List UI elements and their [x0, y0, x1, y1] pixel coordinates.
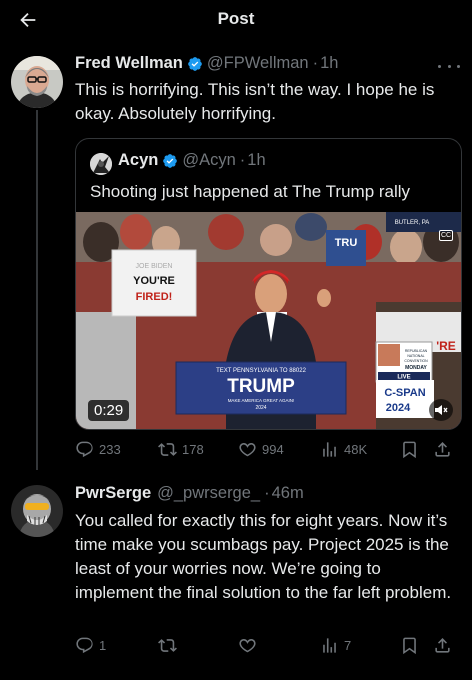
- svg-text:MONDAY: MONDAY: [405, 365, 427, 371]
- verified-badge-icon: [188, 56, 202, 71]
- quote-avatar: [90, 153, 112, 175]
- quote-header: Acyn @Acyn · 1h: [118, 151, 266, 170]
- share-icon: [435, 638, 450, 653]
- live-label: LIVE: [397, 375, 410, 381]
- views-button[interactable]: 7: [320, 636, 351, 655]
- repost-button[interactable]: [158, 636, 177, 655]
- svg-text:REPUBLICAN: REPUBLICAN: [405, 349, 428, 353]
- reply-icon: [76, 441, 93, 458]
- reply-count: 233: [99, 442, 121, 457]
- views-icon: [323, 638, 336, 653]
- bookmark-icon: [403, 637, 416, 655]
- video-duration: 0:29: [88, 400, 130, 421]
- repost-button[interactable]: 178: [158, 440, 204, 459]
- post-text: This is horrifying. This isn’t the way. …: [75, 80, 435, 123]
- podium-main-text: TRUMP: [227, 376, 295, 397]
- quote-text: Shooting just happened at The Trump rall…: [90, 182, 411, 201]
- reply-button[interactable]: 233: [75, 440, 121, 459]
- thread-connector: [36, 110, 38, 470]
- bookmark-button[interactable]: [400, 636, 419, 655]
- post-actions: 233 178 994 48K: [75, 440, 460, 462]
- quote-author-name: Acyn: [118, 151, 159, 169]
- svg-text:FIRED!: FIRED!: [136, 291, 173, 303]
- quote-time: 1h: [247, 151, 266, 169]
- sign-small-text: JOE BIDEN: [136, 263, 173, 270]
- view-count: 7: [344, 638, 352, 653]
- views-button[interactable]: 48K: [320, 440, 367, 459]
- quoted-post[interactable]: Acyn @Acyn · 1h Shooting just happened a…: [75, 138, 462, 430]
- repost-icon: [158, 443, 177, 456]
- author-handle[interactable]: @FPWellman: [207, 54, 309, 73]
- svg-text:TRU: TRU: [335, 237, 358, 249]
- separator-dot: ·: [312, 54, 319, 72]
- post-header: PwrSerge @_pwrserge_ · 46m: [75, 484, 304, 503]
- separator-dot: ·: [264, 484, 270, 502]
- page-title: Post: [217, 9, 255, 28]
- svg-text:'RE: 'RE: [436, 339, 456, 353]
- cspan-logo-text: C-SPAN: [384, 387, 425, 399]
- like-count: 994: [262, 442, 284, 457]
- svg-text:YOU'RE: YOU'RE: [133, 275, 175, 287]
- share-icon: [435, 442, 450, 457]
- heart-icon: [239, 639, 256, 653]
- reply-button[interactable]: 1: [75, 636, 106, 655]
- bookmark-icon: [403, 441, 416, 459]
- mute-icon[interactable]: [429, 399, 453, 421]
- avatar[interactable]: [11, 485, 63, 537]
- podium-year-text: 2024: [255, 405, 266, 411]
- captions-icon[interactable]: CC: [439, 230, 453, 241]
- author-name[interactable]: PwrSerge: [75, 484, 151, 503]
- svg-text:CONVENTION: CONVENTION: [404, 359, 428, 363]
- location-text: BUTLER, PA: [395, 220, 430, 226]
- post-actions: 1 7: [75, 636, 460, 658]
- share-button[interactable]: [433, 636, 452, 655]
- author-handle[interactable]: @_pwrserge_: [157, 484, 260, 503]
- view-count: 48K: [344, 442, 368, 457]
- repost-count: 178: [182, 442, 204, 457]
- post-text: You called for exactly this for eight ye…: [75, 511, 452, 602]
- views-icon: [323, 442, 336, 457]
- author-name[interactable]: Fred Wellman: [75, 54, 183, 73]
- podium-sub-text: MAKE AMERICA GREAT AGAIN!: [228, 398, 295, 403]
- post-header: Fred Wellman @FPWellman · 1h: [75, 54, 338, 73]
- podium-top-text: TEXT PENNSYLVANIA TO 88022: [216, 368, 306, 374]
- reply-icon: [76, 637, 93, 654]
- post-time[interactable]: 46m: [272, 484, 304, 503]
- separator-dot: ·: [239, 151, 246, 169]
- heart-icon: [239, 443, 256, 457]
- video-frame: JOE BIDEN YOU'RE FIRED! TRU BUTLER, PA T…: [76, 212, 461, 429]
- like-button[interactable]: [238, 636, 257, 655]
- reply-count: 1: [99, 638, 107, 653]
- cspan-year-text: 2024: [386, 402, 411, 414]
- video-player[interactable]: JOE BIDEN YOU'RE FIRED! TRU BUTLER, PA T…: [76, 212, 461, 429]
- share-button[interactable]: [433, 440, 452, 459]
- avatar[interactable]: [11, 56, 63, 108]
- top-bar: Post: [0, 0, 472, 40]
- bookmark-button[interactable]: [400, 440, 419, 459]
- quote-author-handle: @Acyn: [182, 151, 236, 169]
- svg-text:NATIONAL: NATIONAL: [407, 354, 424, 358]
- like-button[interactable]: 994: [238, 440, 284, 459]
- verified-badge-icon: [163, 153, 178, 168]
- post-time[interactable]: 1h: [320, 54, 338, 73]
- more-options-icon[interactable]: [438, 58, 460, 74]
- repost-icon: [158, 639, 177, 652]
